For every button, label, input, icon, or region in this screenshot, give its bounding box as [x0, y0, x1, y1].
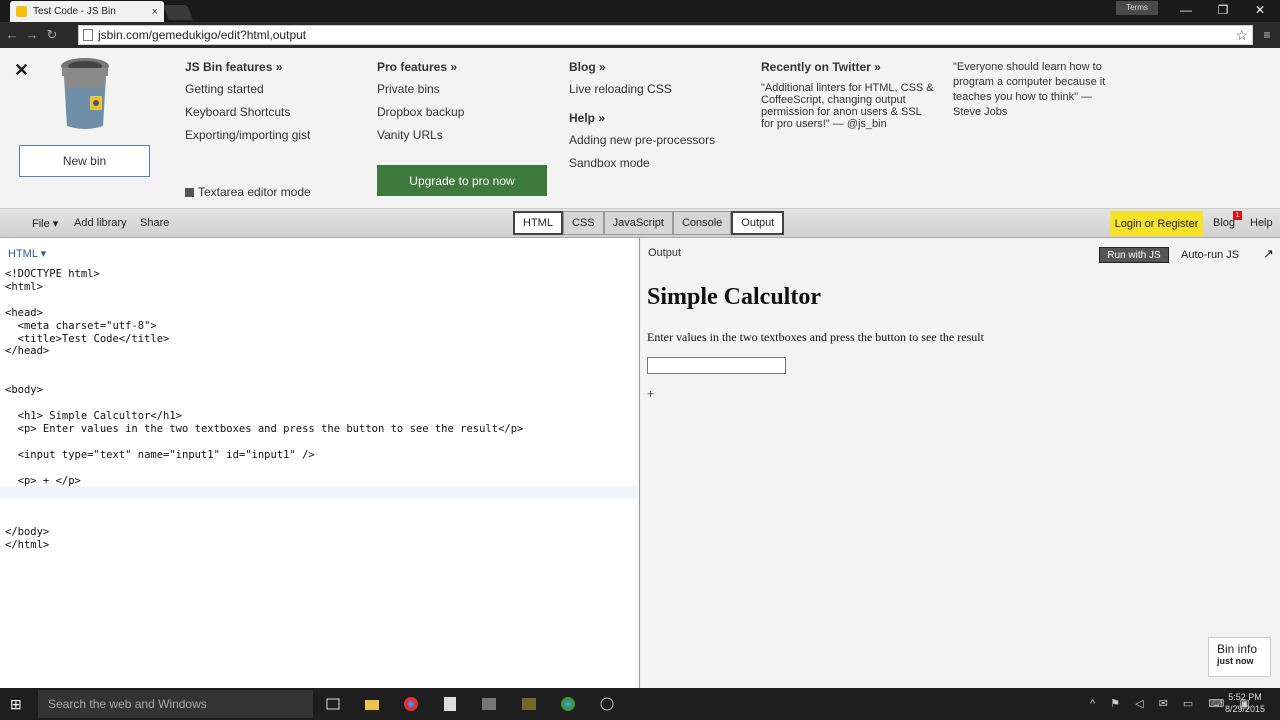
windows-start-icon[interactable]: ⊞	[10, 696, 26, 712]
output-heading: Simple Calcultor	[647, 284, 821, 310]
browser-globe-icon[interactable]	[599, 696, 615, 712]
tab-css[interactable]: CSS	[562, 211, 604, 235]
blog-link[interactable]: Blog	[1213, 217, 1235, 229]
textarea-mode-checkbox[interactable]	[185, 187, 194, 197]
jsbin-logo-icon	[61, 58, 109, 129]
reload-icon[interactable]: ↻	[44, 27, 60, 43]
new-tab-button[interactable]	[163, 5, 193, 20]
jsbin-features-column: JS Bin features » Getting started Keyboa…	[185, 60, 310, 151]
tab-title: Test Code - JS Bin	[33, 6, 116, 17]
tab-javascript[interactable]: JavaScript	[603, 211, 673, 235]
app-window-icon[interactable]	[481, 696, 497, 712]
login-register-button[interactable]: Login or Register	[1110, 211, 1203, 236]
tab-output[interactable]: Output	[731, 211, 785, 235]
chrome-active-icon[interactable]	[560, 696, 576, 712]
jsbin-info-panel: ✕ New bin JS Bin features » Getting star…	[0, 48, 1280, 209]
clock-time: 5:52 PM	[1228, 692, 1262, 702]
html-editor-pane[interactable]: HTML ▾ <!DOCTYPE html> <html> <head> <me…	[0, 238, 640, 688]
system-clock[interactable]: 5:52 PM 8/29/2015	[1225, 691, 1265, 715]
help-heading[interactable]: Help »	[569, 111, 715, 125]
jsbin-features-heading[interactable]: JS Bin features »	[185, 60, 310, 74]
panel-close-button[interactable]: ✕	[14, 60, 29, 81]
calculator-icon[interactable]	[442, 696, 458, 712]
chrome-icon[interactable]	[403, 696, 419, 712]
share-button[interactable]: Share	[140, 217, 169, 229]
jsbin-favicon-icon	[16, 6, 27, 17]
bin-info-timestamp: just now	[1217, 656, 1254, 666]
file-explorer-icon[interactable]	[364, 696, 380, 712]
blog-help-column: Blog » Live reloading CSS Help » Adding …	[569, 60, 715, 179]
textarea-mode-toggle[interactable]: Textarea editor mode	[185, 185, 311, 199]
popout-arrow-icon[interactable]: ↗	[1263, 246, 1274, 262]
window-user-label: Terms	[1116, 1, 1158, 15]
link-getting-started[interactable]: Getting started	[185, 82, 310, 96]
link-live-reloading-css[interactable]: Live reloading CSS	[569, 82, 715, 96]
jsbin-toolbar: File ▾ Add library Share HTML CSS JavaSc…	[0, 209, 1280, 238]
run-with-js-button[interactable]: Run with JS	[1099, 247, 1169, 263]
url-input[interactable]: jsbin.com/gemedukigo/edit?html,output ☆	[78, 25, 1253, 45]
blog-heading[interactable]: Blog »	[569, 60, 715, 74]
window-close-button[interactable]: ✕	[1250, 2, 1270, 18]
html-panel-label[interactable]: HTML ▾	[8, 247, 46, 260]
twitter-column: Recently on Twitter » "Additional linter…	[761, 60, 936, 130]
textarea-mode-label: Textarea editor mode	[198, 185, 311, 199]
maximize-button[interactable]: ❐	[1213, 2, 1233, 18]
jobs-quote: "Everyone should learn how to program a …	[953, 61, 1106, 118]
blog-notification-badge: 1	[1233, 211, 1242, 220]
minimize-button[interactable]: —	[1176, 2, 1196, 18]
page-icon	[83, 29, 93, 41]
browser-menu-icon[interactable]: ≡	[1260, 28, 1274, 42]
code-editor[interactable]: <!DOCTYPE html> <html> <head> <meta char…	[5, 268, 523, 552]
taskbar-search-input[interactable]: Search the web and Windows	[38, 690, 313, 718]
bin-info-box[interactable]: Bin info just now	[1208, 637, 1271, 677]
pro-features-heading[interactable]: Pro features »	[377, 60, 464, 74]
link-sandbox-mode[interactable]: Sandbox mode	[569, 156, 715, 170]
output-pane: Output Run with JS Auto-run JS ↗ Simple …	[641, 238, 1280, 688]
tab-console[interactable]: Console	[672, 211, 732, 235]
output-label: Output	[648, 247, 682, 259]
bin-info-title: Bin info	[1217, 642, 1258, 656]
windows-taskbar: ⊞ Search the web and Windows ^ ⚑ ◁ ✉ ▭ ⌨…	[0, 688, 1280, 720]
recorder-icon[interactable]	[521, 696, 537, 712]
url-text: jsbin.com/gemedukigo/edit?html,output	[98, 28, 307, 42]
new-bin-button[interactable]: New bin	[19, 145, 150, 177]
output-text-input[interactable]	[647, 357, 786, 374]
twitter-heading[interactable]: Recently on Twitter »	[761, 60, 936, 74]
upgrade-pro-button[interactable]: Upgrade to pro now	[377, 165, 547, 196]
task-view-icon[interactable]	[325, 696, 341, 712]
file-menu[interactable]: File ▾	[32, 217, 58, 230]
link-keyboard-shortcuts[interactable]: Keyboard Shortcuts	[185, 105, 310, 119]
output-plus-text: +	[647, 386, 655, 401]
output-paragraph: Enter values in the two textboxes and pr…	[647, 330, 984, 344]
pro-features-column: Pro features » Private bins Dropbox back…	[377, 60, 464, 151]
forward-arrow-icon[interactable]: →	[24, 27, 40, 43]
tab-close-button[interactable]: ×	[152, 6, 158, 18]
tab-html[interactable]: HTML	[513, 211, 563, 235]
panel-toggle-group: HTML CSS JavaScript Console Output	[513, 211, 785, 235]
address-bar-row: ← → ↻ jsbin.com/gemedukigo/edit?html,out…	[0, 22, 1280, 48]
link-dropbox-backup[interactable]: Dropbox backup	[377, 105, 464, 119]
add-library-button[interactable]: Add library	[74, 217, 127, 229]
help-link[interactable]: Help	[1250, 217, 1273, 229]
twitter-quote: "Additional linters for HTML, CSS & Coff…	[761, 82, 934, 130]
link-pre-processors[interactable]: Adding new pre-processors	[569, 133, 715, 147]
link-private-bins[interactable]: Private bins	[377, 82, 464, 96]
browser-tab-strip: Test Code - JS Bin × Terms — ❐ ✕	[0, 0, 1280, 22]
link-vanity-urls[interactable]: Vanity URLs	[377, 128, 464, 142]
back-arrow-icon[interactable]: ←	[4, 27, 20, 43]
autorun-js-toggle[interactable]: Auto-run JS	[1181, 249, 1239, 261]
link-exporting-gist[interactable]: Exporting/importing gist	[185, 128, 310, 142]
clock-date: 8/29/2015	[1225, 704, 1266, 714]
browser-tab[interactable]: Test Code - JS Bin ×	[10, 1, 164, 22]
bookmark-star-icon[interactable]: ☆	[1235, 27, 1248, 44]
